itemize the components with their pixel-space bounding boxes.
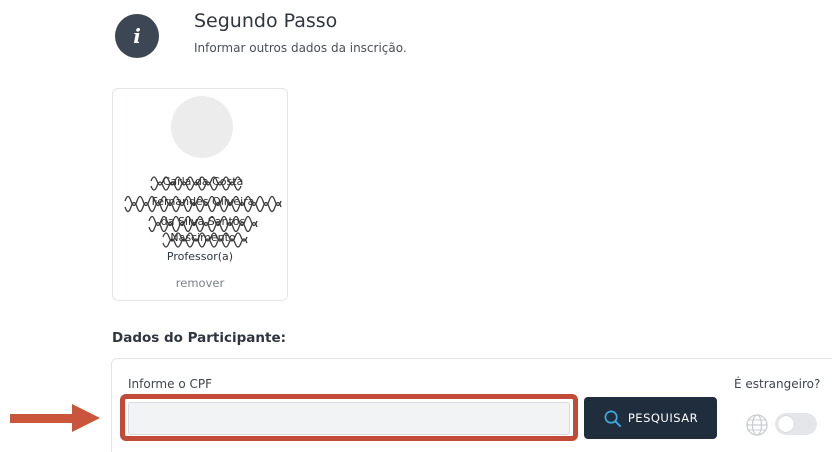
participant-role: Professor(a) — [166, 250, 234, 263]
step-title: Segundo Passo — [194, 10, 338, 32]
foreign-toggle[interactable] — [775, 413, 817, 435]
foreign-label: É estrangeiro? — [734, 377, 821, 391]
scribble-redaction — [124, 176, 282, 248]
toggle-knob — [778, 416, 794, 432]
step-subtitle: Informar outros dados da inscrição. — [194, 41, 407, 55]
avatar — [171, 96, 233, 158]
globe-icon — [746, 414, 768, 436]
info-icon: i — [115, 14, 159, 58]
search-button[interactable]: PESQUISAR — [584, 397, 717, 439]
remove-link[interactable]: remover — [113, 276, 287, 290]
cpf-label: Informe o CPF — [128, 377, 212, 391]
search-button-label: PESQUISAR — [627, 411, 699, 425]
search-icon — [604, 410, 621, 427]
redacted-name: Carla da Costa Fernandes Oliveira da Sil… — [123, 167, 283, 253]
participant-card: Carla da Costa Fernandes Oliveira da Sil… — [112, 88, 288, 301]
arrow-icon — [10, 404, 100, 432]
cpf-input[interactable] — [128, 402, 570, 435]
section-title: Dados do Participante: — [112, 330, 287, 346]
